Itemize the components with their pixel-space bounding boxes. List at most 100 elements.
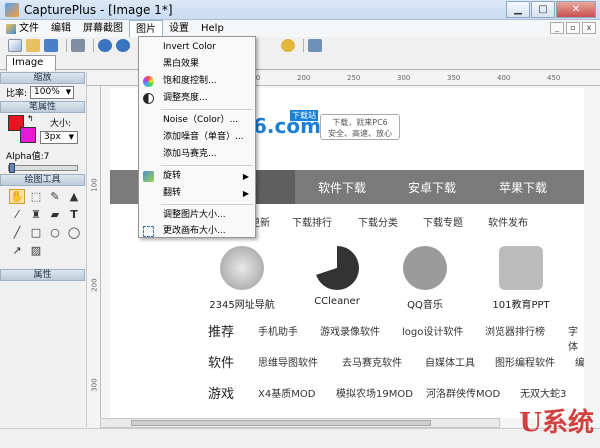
save-icon[interactable] xyxy=(44,39,58,52)
bucket-tool-icon[interactable]: ♜ xyxy=(28,207,44,222)
menu-screenshot[interactable]: 屏幕截图 xyxy=(77,20,129,37)
menu-noise-mono[interactable]: 添加噪音（单音）... xyxy=(139,129,255,146)
menu-black-white[interactable]: 黑白效果 xyxy=(139,56,255,73)
hand-tool-icon[interactable]: ✋ xyxy=(9,189,25,204)
menu-invert-color[interactable]: Invert Color xyxy=(139,39,255,56)
maximize-button[interactable]: □ xyxy=(531,1,555,18)
menu-item-label: Noise（Color）... xyxy=(163,115,239,125)
music-app-icon xyxy=(403,246,447,290)
menu-mosaic[interactable]: 添加马赛克... xyxy=(139,146,255,163)
subnav-item: 下载专题 xyxy=(423,218,463,229)
line-tool-icon[interactable]: ╱ xyxy=(9,225,25,240)
ruler-mark: 400 xyxy=(497,74,511,82)
alpha-slider[interactable] xyxy=(8,163,78,173)
app-card: CCleaner xyxy=(292,246,382,307)
window-title: CapturePlus - [Image 1*] xyxy=(24,2,173,17)
menu-separator xyxy=(161,204,253,205)
close-button[interactable]: ✕ xyxy=(556,1,596,18)
menu-saturation[interactable]: 饱和度控制... xyxy=(139,73,255,90)
text-tool-icon[interactable]: T xyxy=(66,207,82,222)
ruler-mark: 100 xyxy=(90,178,99,192)
app-card: 101教育PPT xyxy=(476,246,566,311)
subnav-item: 下载分类 xyxy=(358,218,398,229)
menu-item-label: 调整图片大小... xyxy=(163,210,226,220)
menu-brightness[interactable]: 调整亮度... xyxy=(139,90,255,107)
menu-resize-image[interactable]: 调整图片大小... xyxy=(139,207,255,224)
horizontal-scrollbar[interactable] xyxy=(100,418,500,428)
submenu-arrow-icon: ▶ xyxy=(242,189,249,198)
open-folder-icon[interactable] xyxy=(26,39,40,52)
color-row: ↰ 大小: 3px ▼ xyxy=(0,113,85,147)
secondary-color-swatch[interactable] xyxy=(20,127,36,143)
ppt-app-icon xyxy=(499,246,543,290)
zoom-row: 比率: 100% ▼ xyxy=(0,84,85,101)
tag: 字体 xyxy=(568,327,578,353)
eraser-tool-icon[interactable]: ▰ xyxy=(47,207,63,222)
wrench-icon[interactable] xyxy=(308,39,322,52)
eyedropper-tool-icon[interactable]: ⁄ xyxy=(9,207,25,222)
watermark-logo: U系统 xyxy=(519,408,594,438)
nav-item: 安卓下载 xyxy=(408,181,457,195)
menu-separator xyxy=(161,165,253,166)
zoom-select[interactable]: 100% ▼ xyxy=(30,86,75,99)
print-icon[interactable] xyxy=(71,39,85,52)
status-bar xyxy=(0,428,600,448)
document-tabs: Image 1* xyxy=(0,54,600,82)
new-file-icon[interactable] xyxy=(8,39,22,52)
menu-noise-color[interactable]: Noise（Color）... xyxy=(139,112,255,129)
mdi-controls: _ ▫ x xyxy=(548,22,596,34)
menu-edit[interactable]: 编辑 xyxy=(45,20,77,37)
menu-resize-canvas[interactable]: 更改画布大小... xyxy=(139,223,255,240)
nav-item: 软件下载 xyxy=(318,181,367,195)
left-ruler: 100 200 300 xyxy=(87,86,101,427)
tag: 手机助手 xyxy=(258,327,298,338)
logo-badge: 下载站 xyxy=(290,110,318,121)
ruler-mark: 300 xyxy=(397,74,411,82)
tag: logo设计软件 xyxy=(402,327,464,338)
menu-flip[interactable]: 翻转 ▶ xyxy=(139,185,255,202)
redo-icon[interactable] xyxy=(116,39,130,52)
mdi-minimize-button[interactable]: _ xyxy=(550,22,564,34)
menu-image[interactable]: 图片 xyxy=(129,20,163,37)
pencil-tool-icon[interactable]: ✎ xyxy=(47,189,63,204)
arrow-tool-icon[interactable]: ↗ xyxy=(9,243,25,258)
tag-row-label: 游戏 xyxy=(208,387,235,402)
menu-file[interactable]: 文件 xyxy=(0,20,45,37)
alpha-row: Alpha值:7 xyxy=(0,147,85,164)
title-bar: CapturePlus - [Image 1*] ▁ □ ✕ xyxy=(0,0,600,20)
mdi-restore-button[interactable]: ▫ xyxy=(566,22,580,34)
menu-help[interactable]: Help xyxy=(195,20,230,37)
highlighter-tool-icon[interactable]: ▨ xyxy=(28,243,44,258)
rectangle-tool-icon[interactable]: □ xyxy=(28,225,44,240)
menu-item-label: 添加马赛克... xyxy=(163,149,217,159)
menu-separator xyxy=(161,109,253,110)
submenu-arrow-icon: ▶ xyxy=(242,172,249,181)
circle-tool-icon[interactable]: ◯ xyxy=(66,225,82,240)
minimize-button[interactable]: ▁ xyxy=(506,1,530,18)
menu-settings[interactable]: 设置 xyxy=(163,20,195,37)
tag: 去马赛克软件 xyxy=(342,358,402,369)
color-icon[interactable] xyxy=(281,39,295,52)
ruler-mark: 250 xyxy=(347,74,361,82)
alpha-slider-thumb[interactable] xyxy=(9,163,15,173)
tag: 思维导图软件 xyxy=(258,358,318,369)
pen-props-header: 笔属性 xyxy=(0,101,85,113)
menu-item-label: 黑白效果 xyxy=(163,59,200,69)
tag: 无双大蛇3 xyxy=(520,389,567,400)
fill-tool-icon[interactable]: ▲ xyxy=(66,189,82,204)
mdi-close-button[interactable]: x xyxy=(582,22,596,34)
document-icon xyxy=(6,23,16,34)
zoom-header: 缩放 xyxy=(0,72,85,84)
menu-rotate[interactable]: 旋转 ▶ xyxy=(139,168,255,185)
ellipse-tool-icon[interactable]: ○ xyxy=(47,225,63,240)
ruler-mark: 450 xyxy=(547,74,561,82)
menu-item-label: 更改画布大小... xyxy=(163,226,226,236)
toolbar-divider xyxy=(303,39,304,52)
tag-row-label: 推荐 xyxy=(208,325,235,340)
undo-icon[interactable] xyxy=(98,39,112,52)
scrollbar-thumb[interactable] xyxy=(131,420,431,426)
size-select[interactable]: 3px ▼ xyxy=(40,131,78,144)
swap-colors-icon[interactable]: ↰ xyxy=(27,114,34,123)
rect-select-tool-icon[interactable]: ⬚ xyxy=(28,189,44,204)
tab-image-1[interactable]: Image 1* xyxy=(6,55,56,82)
